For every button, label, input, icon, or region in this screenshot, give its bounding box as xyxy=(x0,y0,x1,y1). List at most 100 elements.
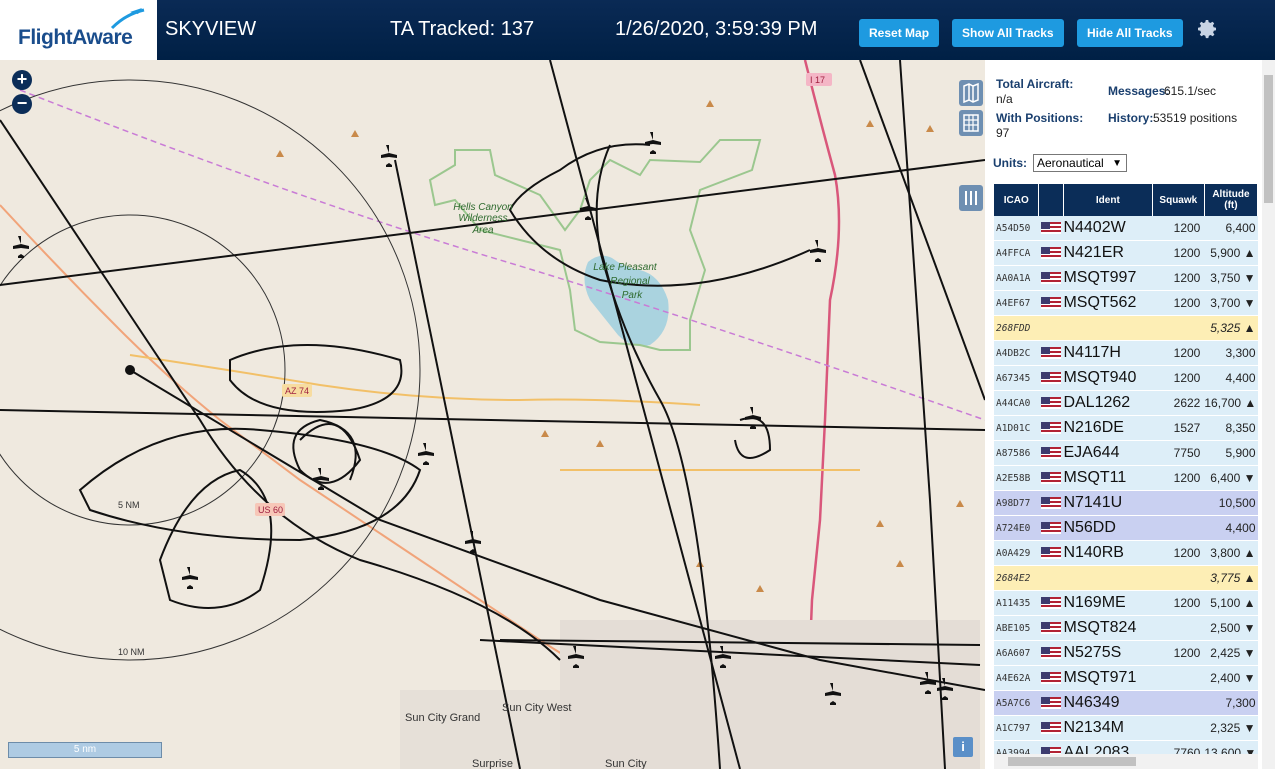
squawk-cell xyxy=(1152,690,1205,716)
ident-cell xyxy=(1063,565,1153,591)
top-header: FlightAware SKYVIEW TA Tracked: 137 1/26… xyxy=(0,0,1275,60)
icao-cell: A44CA0 xyxy=(994,390,1039,416)
zoom-in-button[interactable]: + xyxy=(12,70,32,90)
horizontal-scrollbar-thumb[interactable] xyxy=(1008,757,1136,766)
table-row[interactable]: 268FDD 5,325 ▲ xyxy=(994,315,1258,341)
table-row[interactable]: A4E62A MSQT971 2,400 ▼ xyxy=(994,665,1258,691)
flightaware-logo[interactable]: FlightAware xyxy=(0,0,157,60)
us60-shield: US 60 xyxy=(258,505,283,515)
columns-toggle-icon[interactable] xyxy=(959,185,983,211)
squawk-cell: 2622 xyxy=(1152,390,1205,416)
squawk-cell: 1200 xyxy=(1152,465,1205,491)
us-flag-icon xyxy=(1040,296,1061,309)
col-flag[interactable] xyxy=(1038,184,1064,216)
col-icao[interactable]: ICAO xyxy=(994,184,1040,216)
table-row[interactable]: A44CA0 DAL1262 2622 16,700 ▲ xyxy=(994,390,1258,416)
lake-pleasant-label-2: Regional xyxy=(610,276,650,287)
col-squawk[interactable]: Squawk xyxy=(1152,184,1205,216)
icao-cell: A98D77 xyxy=(994,490,1039,516)
flag-cell xyxy=(1038,415,1064,441)
map-layers-icon[interactable] xyxy=(959,80,983,106)
table-row[interactable]: A6A607 N5275S 1200 2,425 ▼ xyxy=(994,640,1258,666)
ident-cell xyxy=(1063,315,1153,341)
aircraft-icon xyxy=(465,531,481,553)
table-row[interactable]: A11435 N169ME 1200 5,100 ▲ xyxy=(994,590,1258,616)
icao-cell: A1D01C xyxy=(994,415,1039,441)
table-row[interactable]: A1D01C N216DE 1527 8,350 xyxy=(994,415,1258,441)
current-datetime: 1/26/2020, 3:59:39 PM xyxy=(615,18,818,40)
hells-canyon-label-1: Hells Canyon xyxy=(453,202,513,213)
table-row[interactable]: A4DB2C N4117H 1200 3,300 xyxy=(994,340,1258,366)
altitude-cell: 3,750 ▼ xyxy=(1204,265,1258,291)
altitude-cell: 2,425 ▼ xyxy=(1204,640,1258,666)
show-all-tracks-button[interactable]: Show All Tracks xyxy=(952,19,1064,47)
ident-cell: N4402W xyxy=(1063,216,1153,241)
ident-cell: N2134M xyxy=(1063,715,1153,741)
hide-all-tracks-button[interactable]: Hide All Tracks xyxy=(1077,19,1183,47)
icao-cell: A724E0 xyxy=(994,515,1039,541)
altitude-cell: 7,300 xyxy=(1204,690,1258,716)
table-row[interactable]: A0A429 N140RB 1200 3,800 ▲ xyxy=(994,540,1258,566)
altitude-cell: 4,400 xyxy=(1204,515,1258,541)
table-row[interactable]: A2E58B MSQT11 1200 6,400 ▼ xyxy=(994,465,1258,491)
flag-cell xyxy=(1038,565,1064,591)
icao-cell: 2684E2 xyxy=(994,565,1039,591)
table-row[interactable]: AA0A1A MSQT997 1200 3,750 ▼ xyxy=(994,265,1258,291)
ident-cell: DAL1262 xyxy=(1063,390,1153,416)
us-flag-icon xyxy=(1040,546,1061,559)
squawk-cell xyxy=(1152,515,1205,541)
squawk-cell xyxy=(1152,565,1205,591)
table-row[interactable]: ABE105 MSQT824 2,500 ▼ xyxy=(994,615,1258,641)
squawk-cell xyxy=(1152,315,1205,341)
zoom-out-button[interactable]: − xyxy=(12,94,32,114)
units-select[interactable]: Aeronautical ▼ xyxy=(1033,154,1127,172)
altitude-cell: 5,900 ▲ xyxy=(1204,240,1258,266)
flag-cell xyxy=(1038,390,1064,416)
flag-cell xyxy=(1038,515,1064,541)
units-value: Aeronautical xyxy=(1037,156,1104,170)
scale-bar: 5 nm xyxy=(8,742,162,758)
altitude-cell: 6,400 xyxy=(1204,216,1258,241)
hells-canyon-label-3: Area xyxy=(471,225,494,236)
us-flag-icon xyxy=(1040,421,1061,434)
messages-value: 615.1/sec xyxy=(1164,84,1217,98)
aircraft-icon xyxy=(645,132,661,154)
icao-cell: A0A429 xyxy=(994,540,1039,566)
table-row[interactable]: A4EF67 MSQT562 1200 3,700 ▼ xyxy=(994,290,1258,316)
table-row[interactable]: A1C797 N2134M 2,325 ▼ xyxy=(994,715,1258,741)
map-canvas[interactable]: Hells Canyon Wilderness Area Lake Pleasa… xyxy=(0,60,985,769)
ident-cell: N46349 xyxy=(1063,690,1153,716)
interstate-i17 xyxy=(803,60,841,701)
ident-cell: N4117H xyxy=(1063,340,1153,366)
table-row[interactable]: A87586 EJA644 7750 5,900 xyxy=(994,440,1258,466)
table-row[interactable]: A4FFCA N421ER 1200 5,900 ▲ xyxy=(994,240,1258,266)
map-drawing[interactable]: Hells Canyon Wilderness Area Lake Pleasa… xyxy=(0,60,985,769)
table-row[interactable]: A5A7C6 N46349 7,300 xyxy=(994,690,1258,716)
ident-cell: N216DE xyxy=(1063,415,1153,441)
flag-cell xyxy=(1038,590,1064,616)
col-ident[interactable]: Ident xyxy=(1063,184,1153,216)
icao-cell: A4DB2C xyxy=(994,340,1039,366)
icao-cell: A1C797 xyxy=(994,715,1039,741)
table-row[interactable]: A67345 MSQT940 1200 4,400 xyxy=(994,365,1258,391)
gear-icon[interactable] xyxy=(1195,17,1219,41)
table-row[interactable]: A98D77 N7141U 10,500 xyxy=(994,490,1258,516)
info-button[interactable]: i xyxy=(953,737,973,757)
col-altitude[interactable]: Altitude (ft) xyxy=(1204,184,1259,216)
with-positions-label: With Positions: xyxy=(996,111,1084,125)
flag-cell xyxy=(1038,240,1064,266)
scrollbar-thumb[interactable] xyxy=(1264,75,1273,203)
az74-road xyxy=(129,354,701,406)
table-row[interactable]: A724E0 N56DD 4,400 xyxy=(994,515,1258,541)
flag-cell xyxy=(1038,290,1064,316)
icao-cell: AA0A1A xyxy=(994,265,1039,291)
squawk-cell: 1200 xyxy=(1152,265,1205,291)
reset-map-button[interactable]: Reset Map xyxy=(859,19,940,47)
ring-5nm-label: 5 NM xyxy=(118,500,140,510)
table-row[interactable]: A54D50 N4402W 1200 6,400 xyxy=(994,216,1258,241)
us-flag-icon xyxy=(1040,596,1061,609)
grid-icon[interactable] xyxy=(959,110,983,136)
table-row[interactable]: 2684E2 3,775 ▲ xyxy=(994,565,1258,591)
squawk-cell: 1200 xyxy=(1152,640,1205,666)
flag-cell xyxy=(1038,665,1064,691)
